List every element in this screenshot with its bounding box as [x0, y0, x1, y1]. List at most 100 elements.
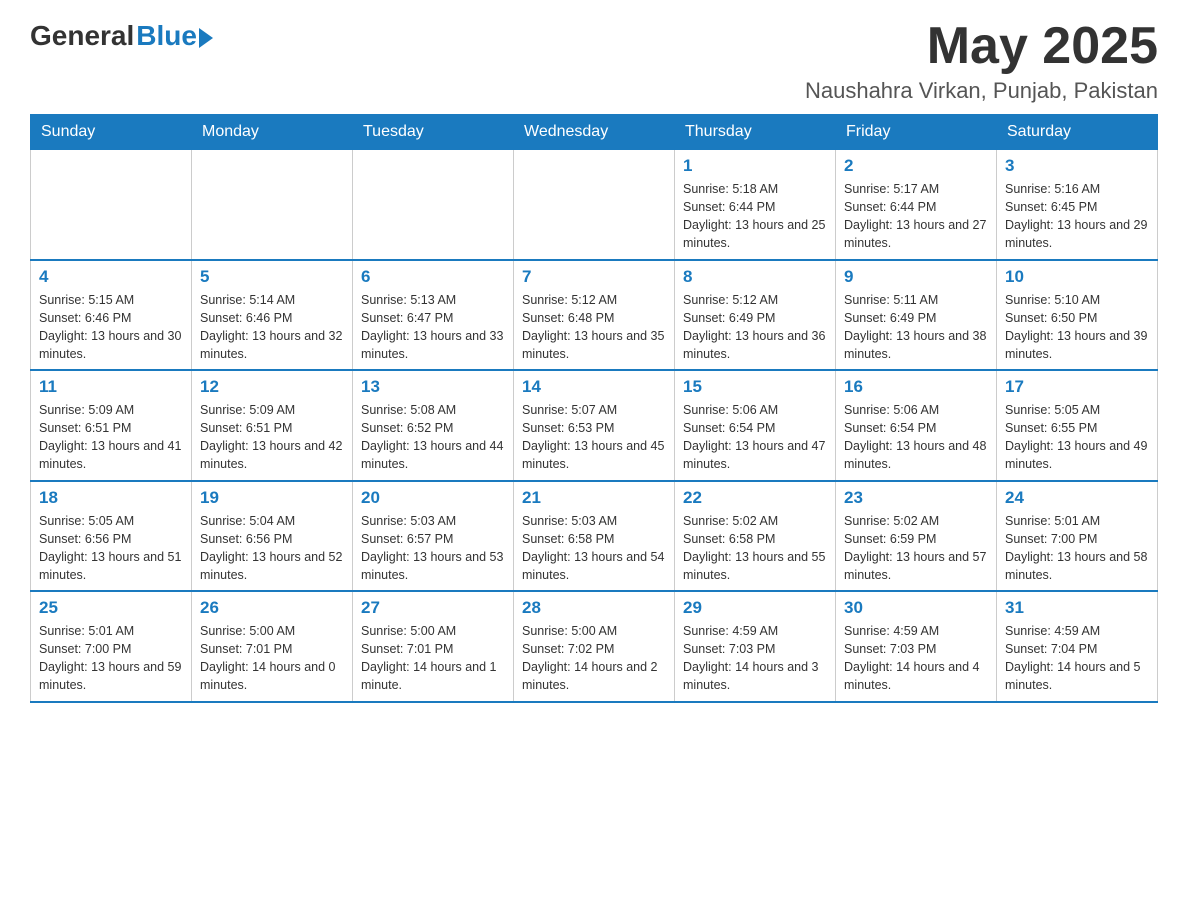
day-number: 17: [1005, 377, 1149, 397]
day-number: 26: [200, 598, 344, 618]
calendar-cell: 15 Sunrise: 5:06 AMSunset: 6:54 PMDayligh…: [675, 370, 836, 481]
calendar-cell: 7 Sunrise: 5:12 AMSunset: 6:48 PMDaylight…: [514, 260, 675, 371]
logo-line1: General Blue: [30, 20, 213, 52]
day-info: Sunrise: 5:05 AMSunset: 6:55 PMDaylight:…: [1005, 401, 1149, 474]
calendar-header-sunday: Sunday: [31, 115, 192, 150]
calendar-cell: 16 Sunrise: 5:06 AMSunset: 6:54 PMDayligh…: [836, 370, 997, 481]
day-number: 11: [39, 377, 183, 397]
calendar-cell: 28Sunrise: 5:00 AMSunset: 7:02 PMDayligh…: [514, 591, 675, 702]
day-number: 4: [39, 267, 183, 287]
calendar-cell: 6 Sunrise: 5:13 AMSunset: 6:47 PMDaylight…: [353, 260, 514, 371]
day-info: Sunrise: 5:03 AMSunset: 6:57 PMDaylight:…: [361, 512, 505, 585]
day-info: Sunrise: 5:01 AMSunset: 7:00 PMDaylight:…: [39, 622, 183, 695]
day-number: 6: [361, 267, 505, 287]
calendar-week-5: 25Sunrise: 5:01 AMSunset: 7:00 PMDayligh…: [31, 591, 1158, 702]
calendar-header-thursday: Thursday: [675, 115, 836, 150]
location-title: Naushahra Virkan, Punjab, Pakistan: [805, 78, 1158, 104]
day-number: 31: [1005, 598, 1149, 618]
logo-blue: Blue: [136, 20, 197, 52]
calendar-cell: 14 Sunrise: 5:07 AMSunset: 6:53 PMDayligh…: [514, 370, 675, 481]
day-number: 20: [361, 488, 505, 508]
day-info: Sunrise: 4:59 AMSunset: 7:03 PMDaylight:…: [844, 622, 988, 695]
day-info: Sunrise: 5:09 AMSunset: 6:51 PMDaylight:…: [200, 401, 344, 474]
calendar-cell: 13 Sunrise: 5:08 AMSunset: 6:52 PMDayligh…: [353, 370, 514, 481]
day-number: 10: [1005, 267, 1149, 287]
calendar-cell: [353, 150, 514, 260]
day-info: Sunrise: 5:03 AMSunset: 6:58 PMDaylight:…: [522, 512, 666, 585]
calendar-cell: 21 Sunrise: 5:03 AMSunset: 6:58 PMDayligh…: [514, 481, 675, 592]
logo-general: General: [30, 20, 134, 52]
calendar-cell: 30Sunrise: 4:59 AMSunset: 7:03 PMDayligh…: [836, 591, 997, 702]
day-info: Sunrise: 5:12 AMSunset: 6:48 PMDaylight:…: [522, 291, 666, 364]
day-info: Sunrise: 5:06 AMSunset: 6:54 PMDaylight:…: [683, 401, 827, 474]
day-info: Sunrise: 5:09 AMSunset: 6:51 PMDaylight:…: [39, 401, 183, 474]
day-info: Sunrise: 5:00 AMSunset: 7:01 PMDaylight:…: [200, 622, 344, 695]
day-number: 19: [200, 488, 344, 508]
day-info: Sunrise: 5:02 AMSunset: 6:58 PMDaylight:…: [683, 512, 827, 585]
day-number: 29: [683, 598, 827, 618]
day-number: 2: [844, 156, 988, 176]
logo-arrow-icon: [199, 28, 213, 48]
calendar-week-3: 11 Sunrise: 5:09 AMSunset: 6:51 PMDayligh…: [31, 370, 1158, 481]
day-number: 27: [361, 598, 505, 618]
calendar-table: SundayMondayTuesdayWednesdayThursdayFrid…: [30, 114, 1158, 703]
calendar-cell: 12 Sunrise: 5:09 AMSunset: 6:51 PMDayligh…: [192, 370, 353, 481]
day-info: Sunrise: 4:59 AMSunset: 7:04 PMDaylight:…: [1005, 622, 1149, 695]
calendar-cell: 31 Sunrise: 4:59 AMSunset: 7:04 PMDayligh…: [997, 591, 1158, 702]
calendar-cell: 17 Sunrise: 5:05 AMSunset: 6:55 PMDayligh…: [997, 370, 1158, 481]
day-number: 9: [844, 267, 988, 287]
day-info: Sunrise: 5:01 AMSunset: 7:00 PMDaylight:…: [1005, 512, 1149, 585]
day-info: Sunrise: 5:14 AMSunset: 6:46 PMDaylight:…: [200, 291, 344, 364]
calendar-cell: 18Sunrise: 5:05 AMSunset: 6:56 PMDayligh…: [31, 481, 192, 592]
calendar-header-wednesday: Wednesday: [514, 115, 675, 150]
day-number: 8: [683, 267, 827, 287]
calendar-cell: 2 Sunrise: 5:17 AMSunset: 6:44 PMDaylight…: [836, 150, 997, 260]
day-number: 16: [844, 377, 988, 397]
calendar-cell: 20 Sunrise: 5:03 AMSunset: 6:57 PMDayligh…: [353, 481, 514, 592]
calendar-cell: 19Sunrise: 5:04 AMSunset: 6:56 PMDayligh…: [192, 481, 353, 592]
calendar-cell: 4 Sunrise: 5:15 AMSunset: 6:46 PMDaylight…: [31, 260, 192, 371]
day-number: 15: [683, 377, 827, 397]
calendar-cell: 26 Sunrise: 5:00 AMSunset: 7:01 PMDayligh…: [192, 591, 353, 702]
day-number: 3: [1005, 156, 1149, 176]
day-info: Sunrise: 5:00 AMSunset: 7:02 PMDaylight:…: [522, 622, 666, 695]
calendar-cell: [192, 150, 353, 260]
calendar-week-2: 4 Sunrise: 5:15 AMSunset: 6:46 PMDaylight…: [31, 260, 1158, 371]
day-info: Sunrise: 5:06 AMSunset: 6:54 PMDaylight:…: [844, 401, 988, 474]
day-number: 13: [361, 377, 505, 397]
day-info: Sunrise: 5:18 AMSunset: 6:44 PMDaylight:…: [683, 180, 827, 253]
calendar-week-1: 1Sunrise: 5:18 AMSunset: 6:44 PMDaylight…: [31, 150, 1158, 260]
day-number: 22: [683, 488, 827, 508]
calendar-cell: 25Sunrise: 5:01 AMSunset: 7:00 PMDayligh…: [31, 591, 192, 702]
month-title: May 2025: [805, 20, 1158, 72]
day-info: Sunrise: 5:11 AMSunset: 6:49 PMDaylight:…: [844, 291, 988, 364]
day-info: Sunrise: 5:10 AMSunset: 6:50 PMDaylight:…: [1005, 291, 1149, 364]
page-header: General Blue May 2025 Naushahra Virkan, …: [30, 20, 1158, 104]
day-number: 7: [522, 267, 666, 287]
day-info: Sunrise: 5:13 AMSunset: 6:47 PMDaylight:…: [361, 291, 505, 364]
day-number: 14: [522, 377, 666, 397]
calendar-cell: 11 Sunrise: 5:09 AMSunset: 6:51 PMDayligh…: [31, 370, 192, 481]
day-info: Sunrise: 5:15 AMSunset: 6:46 PMDaylight:…: [39, 291, 183, 364]
calendar-cell: 3Sunrise: 5:16 AMSunset: 6:45 PMDaylight…: [997, 150, 1158, 260]
day-info: Sunrise: 5:08 AMSunset: 6:52 PMDaylight:…: [361, 401, 505, 474]
calendar-cell: 23Sunrise: 5:02 AMSunset: 6:59 PMDayligh…: [836, 481, 997, 592]
day-number: 24: [1005, 488, 1149, 508]
calendar-cell: 9 Sunrise: 5:11 AMSunset: 6:49 PMDaylight…: [836, 260, 997, 371]
day-number: 12: [200, 377, 344, 397]
day-info: Sunrise: 5:02 AMSunset: 6:59 PMDaylight:…: [844, 512, 988, 585]
calendar-header-friday: Friday: [836, 115, 997, 150]
day-info: Sunrise: 5:07 AMSunset: 6:53 PMDaylight:…: [522, 401, 666, 474]
day-number: 5: [200, 267, 344, 287]
calendar-cell: 8Sunrise: 5:12 AMSunset: 6:49 PMDaylight…: [675, 260, 836, 371]
calendar-week-4: 18Sunrise: 5:05 AMSunset: 6:56 PMDayligh…: [31, 481, 1158, 592]
day-number: 18: [39, 488, 183, 508]
calendar-cell: 22 Sunrise: 5:02 AMSunset: 6:58 PMDayligh…: [675, 481, 836, 592]
day-number: 21: [522, 488, 666, 508]
day-info: Sunrise: 5:17 AMSunset: 6:44 PMDaylight:…: [844, 180, 988, 253]
calendar-cell: [514, 150, 675, 260]
calendar-cell: 10 Sunrise: 5:10 AMSunset: 6:50 PMDayligh…: [997, 260, 1158, 371]
logo: General Blue: [30, 20, 213, 52]
calendar-header-saturday: Saturday: [997, 115, 1158, 150]
calendar-cell: 24 Sunrise: 5:01 AMSunset: 7:00 PMDayligh…: [997, 481, 1158, 592]
